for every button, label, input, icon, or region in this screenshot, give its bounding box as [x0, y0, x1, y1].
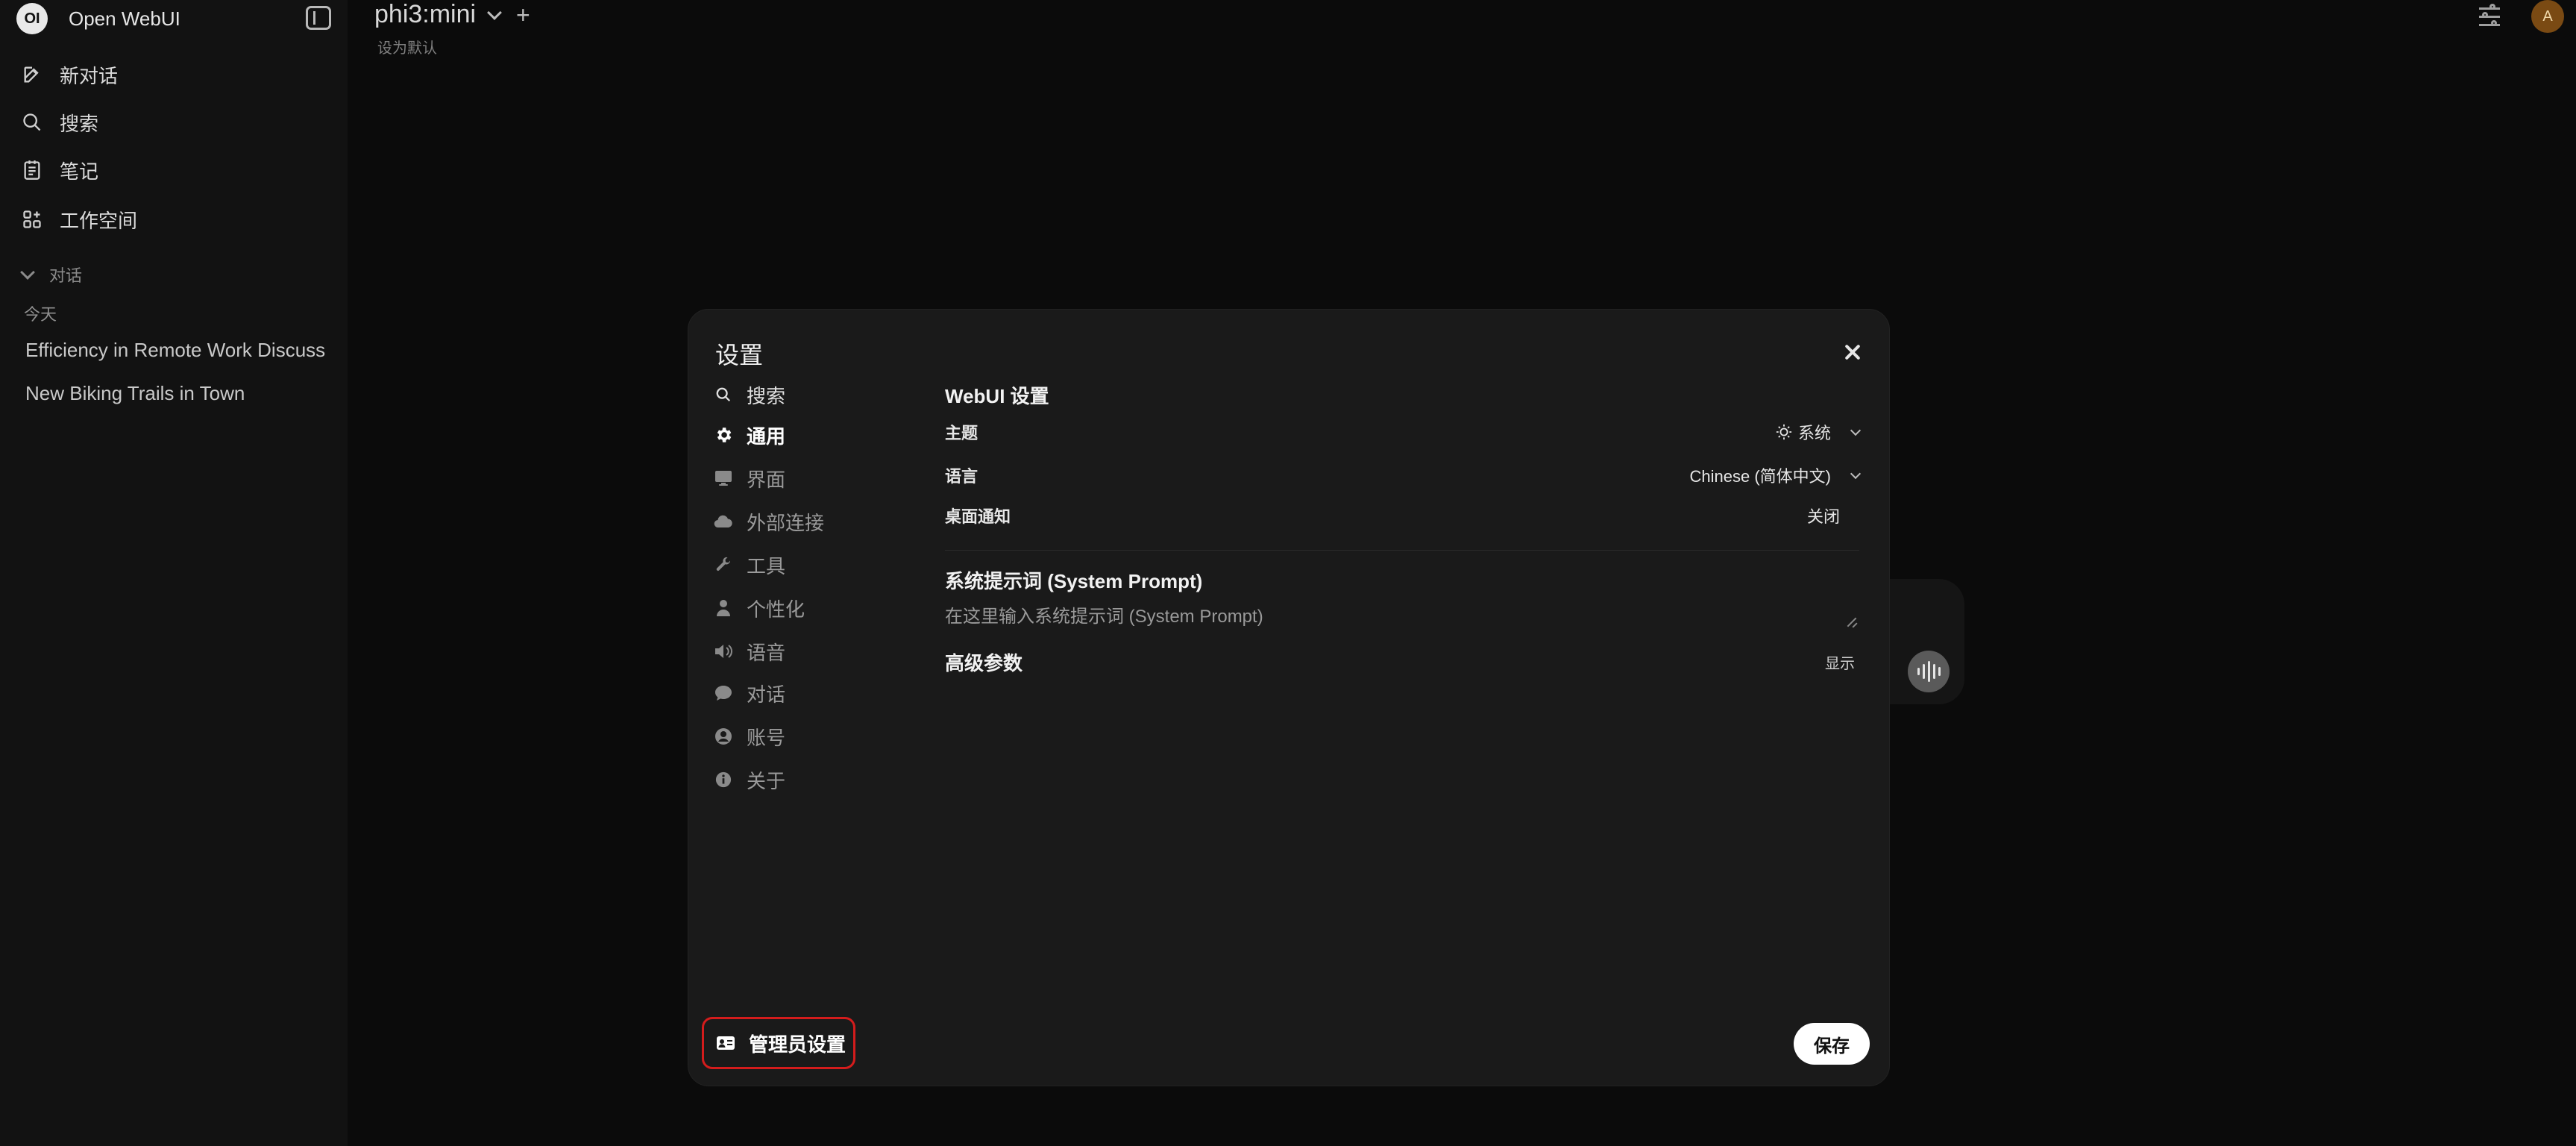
system-prompt-input[interactable] [945, 602, 1859, 632]
tab-label: 工具 [747, 554, 786, 577]
chat-bubble-icon [714, 683, 733, 703]
wrench-icon [714, 555, 733, 574]
modal-title: 设置 [715, 342, 764, 369]
search-icon [21, 111, 43, 134]
tab-label: 外部连接 [747, 511, 825, 534]
sidebar-item-search[interactable]: 搜索 [21, 106, 98, 139]
settings-modal: 设置 搜索 通用 界面 外部连接 工具 个性化 语音 对话 账号 关于 WebU… [688, 309, 1890, 1086]
advanced-params-toggle[interactable]: 显示 [1825, 651, 1855, 673]
advanced-params-title: 高级参数 [945, 651, 1023, 674]
language-label: 语言 [945, 467, 978, 486]
tab-tools[interactable]: 工具 [714, 550, 785, 580]
tab-label: 关于 [747, 769, 786, 792]
user-avatar[interactable]: A [2531, 0, 2564, 33]
app-root: OI Open WebUI 新对话 搜索 笔记 工作空间 对话 今天 Effic… [0, 0, 2576, 1146]
theme-value: 系统 [1797, 424, 1831, 442]
add-model-button[interactable]: + [516, 1, 530, 29]
brand-name: Open WebUI [69, 7, 180, 30]
sidebar-item-label: 笔记 [60, 160, 99, 183]
chevron-down-icon [20, 265, 35, 280]
tab-general[interactable]: 通用 [714, 420, 785, 450]
chevron-down-icon [1850, 425, 1862, 436]
voice-mode-button[interactable] [1908, 651, 1950, 692]
divider [945, 550, 1859, 551]
tab-label: 账号 [747, 726, 786, 749]
tab-label: 界面 [747, 468, 786, 491]
theme-select[interactable]: 系统 [1776, 420, 1862, 444]
brand[interactable]: OI Open WebUI [16, 3, 180, 34]
pencil-square-icon [21, 63, 43, 86]
tab-label: 搜索 [747, 384, 786, 407]
webui-settings-title: WebUI 设置 [945, 385, 1049, 407]
cloud-icon [714, 512, 733, 531]
chat-list-item[interactable]: Efficiency in Remote Work Discuss [25, 339, 325, 362]
tab-connections[interactable]: 外部连接 [714, 507, 824, 536]
speaker-icon [714, 642, 733, 661]
advanced-params-row: 高级参数 显示 [945, 647, 1859, 677]
chevron-down-icon [487, 4, 502, 20]
save-button[interactable]: 保存 [1794, 1023, 1870, 1065]
open-webui-logo-icon: OI [16, 3, 48, 34]
language-select[interactable]: Chinese (简体中文) [1689, 463, 1862, 487]
section-label: 对话 [49, 266, 83, 285]
tab-personalization[interactable]: 个性化 [714, 593, 805, 623]
group-label-today: 今天 [24, 305, 57, 324]
theme-row: 主题 系统 [945, 417, 1862, 447]
tab-label: 对话 [747, 683, 786, 706]
tab-chats[interactable]: 对话 [714, 678, 785, 708]
user-icon [714, 598, 733, 618]
chevron-down-icon [1850, 468, 1862, 480]
tab-label: 通用 [747, 425, 786, 448]
settings-search[interactable]: 搜索 [714, 380, 785, 410]
language-row: 语言 Chinese (简体中文) [945, 460, 1862, 490]
account-icon [714, 727, 733, 746]
notification-label: 桌面通知 [945, 507, 1011, 526]
model-selector[interactable]: phi3:mini [374, 0, 502, 29]
admin-settings-label: 管理员设置 [749, 1033, 846, 1056]
id-card-icon [716, 1035, 735, 1051]
chat-list-item[interactable]: New Biking Trails in Town [25, 382, 245, 405]
tab-account[interactable]: 账号 [714, 721, 785, 751]
sidebar-item-label: 新对话 [60, 64, 119, 87]
gear-icon [714, 425, 733, 445]
tab-audio[interactable]: 语音 [714, 636, 785, 666]
search-icon [714, 385, 733, 404]
system-theme-icon [1776, 424, 1792, 440]
sidebar-item-label: 搜索 [60, 112, 99, 135]
sidebar-item-new-chat[interactable]: 新对话 [21, 58, 118, 91]
workspace-icon [21, 208, 43, 231]
notification-row: 桌面通知 关闭 [945, 501, 1859, 530]
set-default-link[interactable]: 设为默认 [377, 36, 437, 57]
notification-toggle[interactable]: 关闭 [1807, 504, 1840, 527]
admin-settings-button[interactable]: 管理员设置 [702, 1017, 855, 1069]
theme-label: 主题 [945, 424, 978, 442]
tab-label: 个性化 [747, 598, 805, 621]
system-prompt-title: 系统提示词 (System Prompt) [945, 570, 1203, 592]
model-name: phi3:mini [374, 0, 477, 28]
sidebar-item-workspace[interactable]: 工作空间 [21, 203, 137, 236]
controls-sliders-icon[interactable] [2476, 3, 2506, 30]
tab-about[interactable]: 关于 [714, 765, 785, 795]
sidebar-toggle-icon[interactable] [306, 6, 331, 30]
tab-interface[interactable]: 界面 [714, 463, 785, 493]
textarea-resize-handle[interactable] [1847, 617, 1858, 627]
audio-waveform-icon [1917, 661, 1941, 682]
sidebar-item-notes[interactable]: 笔记 [21, 154, 98, 187]
chats-section-toggle[interactable]: 对话 [20, 263, 83, 286]
info-icon [714, 770, 733, 789]
sidebar: OI Open WebUI 新对话 搜索 笔记 工作空间 对话 今天 Effic… [0, 0, 348, 1146]
sidebar-item-label: 工作空间 [60, 209, 138, 232]
tab-label: 语音 [747, 641, 786, 664]
close-icon[interactable] [1840, 339, 1865, 365]
monitor-icon [714, 469, 733, 488]
note-icon [21, 159, 43, 181]
language-value: Chinese (简体中文) [1689, 467, 1831, 486]
